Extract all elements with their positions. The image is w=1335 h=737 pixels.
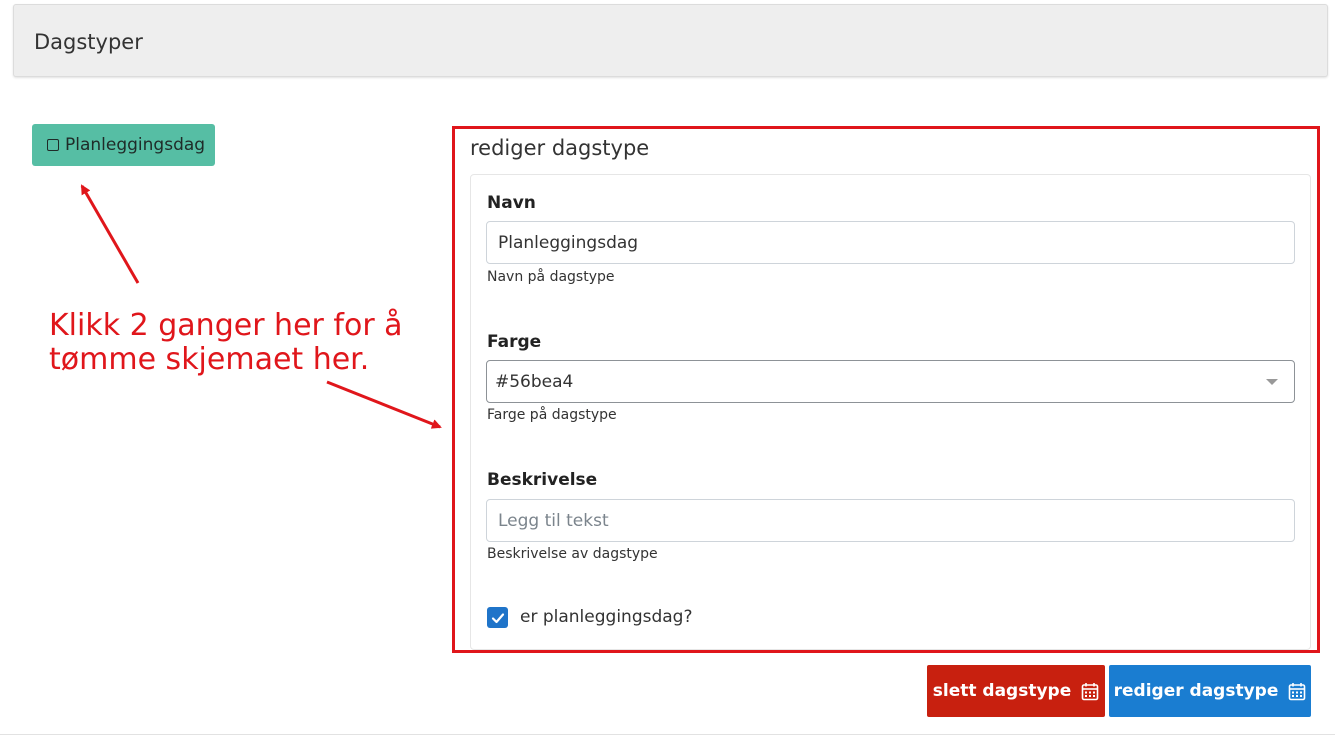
arrow-to-tag-button (80, 184, 140, 284)
divider (0, 734, 1335, 735)
annotation-arrows (80, 184, 442, 429)
arrow-to-form (326, 380, 442, 429)
